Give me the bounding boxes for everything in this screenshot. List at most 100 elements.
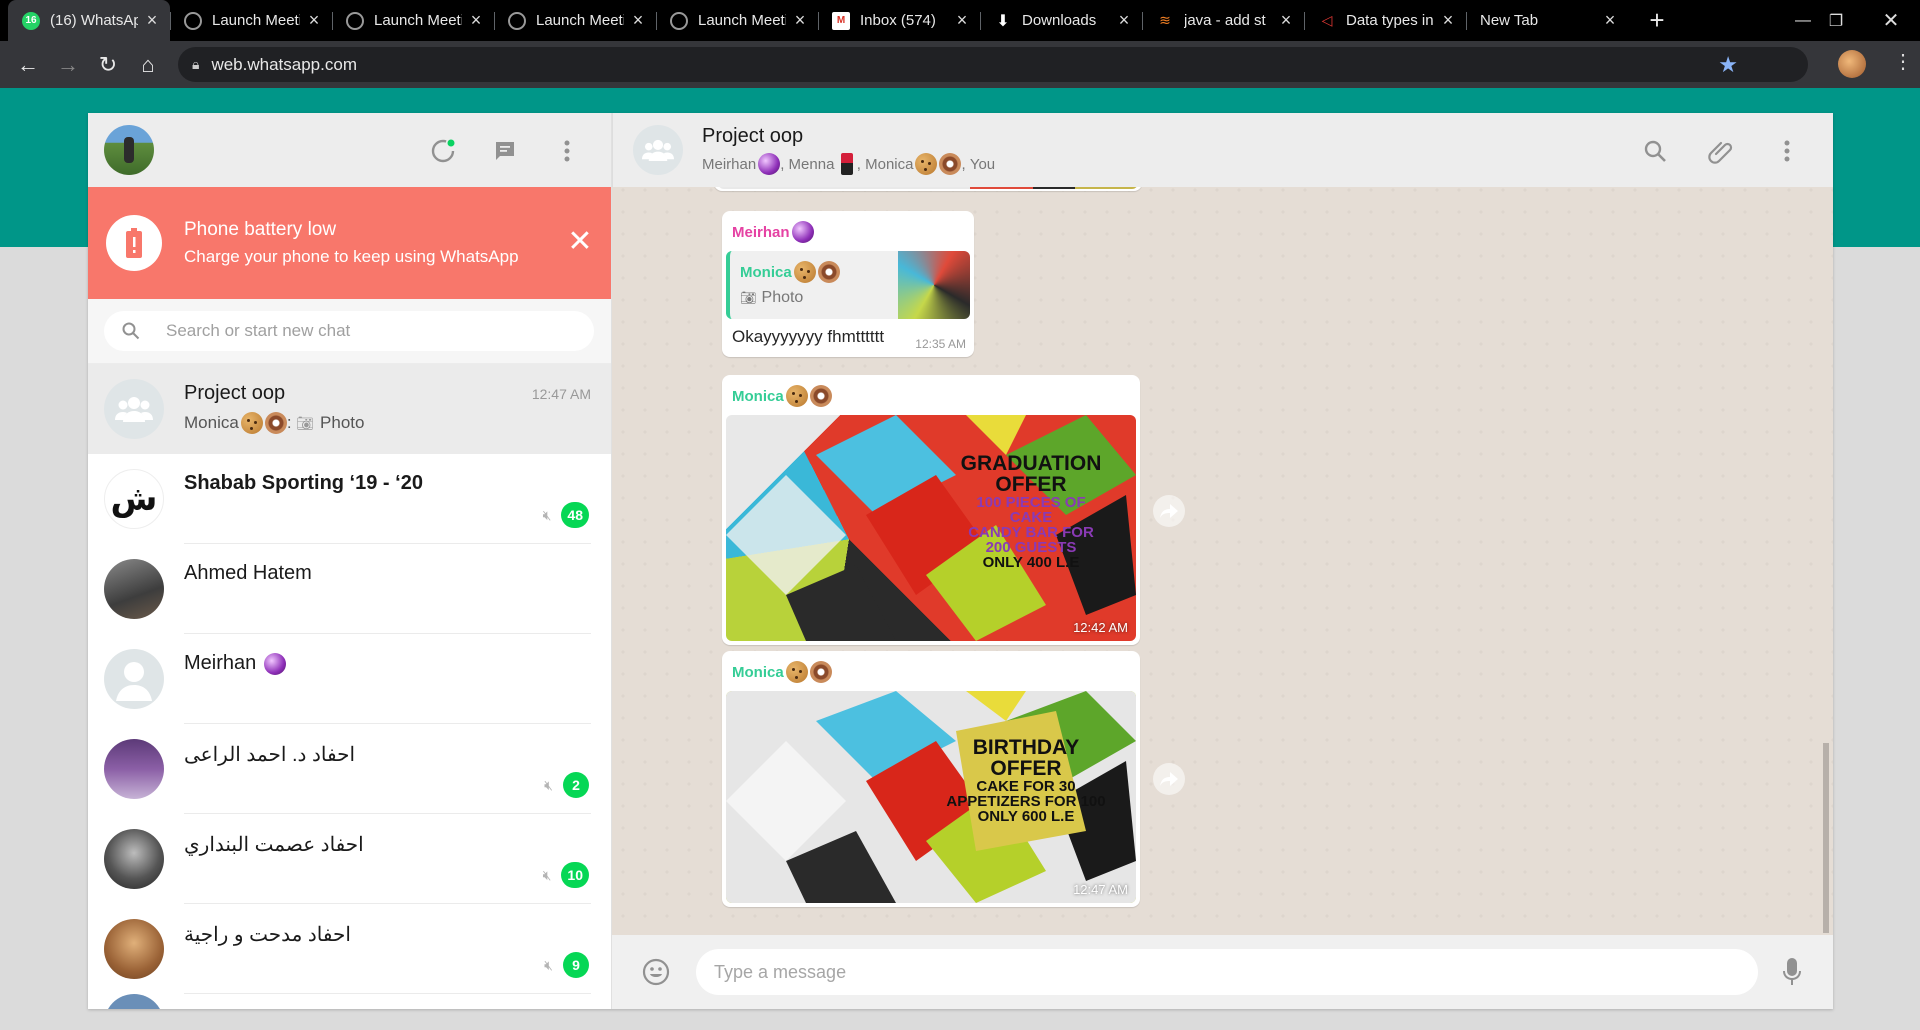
tab-new-tab[interactable]: New Tab × (1466, 0, 1628, 41)
member-name: Menna (788, 155, 835, 173)
globe-icon (346, 11, 364, 30)
close-banner-icon[interactable]: ✕ (565, 227, 595, 257)
menu-icon[interactable] (551, 135, 583, 167)
message-bubble[interactable]: Meirhan Monica 📷︎ Photo Okayyyyyyy fhmttt… (722, 211, 974, 357)
battery-banner-title: Phone battery low (184, 219, 337, 240)
message-bubble[interactable]: Monica BIRTHDAY OFFER CAKE FOR 30 APPETI… (722, 651, 1140, 907)
chat-avatar: ش (104, 469, 164, 529)
url-field[interactable]: 🔒︎ web.whatsapp.com ★ (178, 47, 1808, 82)
message-sender: Monica (732, 661, 832, 683)
tab-launch-meeting-4[interactable]: Launch Meeting × (656, 0, 818, 41)
chat-name-text: Meirhan (184, 652, 257, 674)
chat-item-ahmed-hatem[interactable]: Ahmed Hatem (88, 544, 611, 634)
back-icon[interactable]: ← (8, 45, 48, 85)
profile-avatar[interactable] (1838, 50, 1866, 78)
close-tab-icon[interactable]: × (954, 10, 970, 31)
photo-line: ONLY 400 L.E (982, 554, 1080, 571)
tab-launch-meeting-2[interactable]: Launch Meeting × (332, 0, 494, 41)
sidebar-header (88, 113, 611, 187)
close-tab-icon[interactable]: × (306, 10, 322, 31)
chat-item-group-2[interactable]: احفاد عصمت البنداري 🔇︎ 10 (88, 814, 611, 904)
tab-gmail[interactable]: M Inbox (574) × (818, 0, 980, 41)
message-bubble[interactable]: Monica GRADUATION OFFER 100 PIECES OF CA… (722, 375, 1140, 645)
gmail-icon: M (832, 11, 850, 30)
close-tab-icon[interactable]: × (1602, 10, 1618, 31)
tab-downloads[interactable]: ⬇ Downloads × (980, 0, 1142, 41)
forward-icon[interactable] (1153, 763, 1185, 795)
message-input[interactable] (696, 949, 1758, 995)
forward-icon[interactable] (1153, 495, 1185, 527)
muted-icon: 🔇︎ (542, 866, 552, 883)
compose-bar (612, 935, 1833, 1009)
photo-line: 200 GUESTS (985, 539, 1077, 556)
close-tab-icon[interactable]: × (1440, 10, 1456, 31)
close-tab-icon[interactable]: × (1278, 10, 1294, 31)
status-icon[interactable] (427, 135, 459, 167)
emoji-picker-icon[interactable] (636, 952, 676, 992)
chat-item-group-3[interactable]: احفاد مدحت و راجية 🔇︎ 9 (88, 904, 611, 994)
stackoverflow-icon: ≋ (1159, 12, 1171, 28)
tab-stackoverflow[interactable]: ≋ java - add st × (1142, 0, 1304, 41)
chat-item-partial[interactable] (88, 994, 611, 1009)
conversation-header[interactable]: Project oop Meirhan , Menna , Monica , Y… (612, 113, 1833, 187)
group-avatar[interactable] (633, 125, 683, 175)
new-tab-button[interactable]: + (1642, 5, 1672, 36)
sender-name: Monica (732, 387, 784, 405)
preview-sender: Monica (184, 413, 239, 432)
forward-icon[interactable]: → (48, 45, 88, 85)
chat-item-meirhan[interactable]: Meirhan (88, 634, 611, 724)
close-tab-icon[interactable]: × (792, 10, 808, 31)
reload-icon[interactable]: ↻ (88, 45, 128, 85)
bookmark-star-icon[interactable]: ★ (1718, 52, 1738, 78)
camera-icon: 📷︎ (296, 414, 315, 431)
unread-badge: 9 (563, 952, 589, 978)
donut-emoji-icon (264, 412, 287, 434)
chrome-menu-icon[interactable]: ⋮ (1893, 49, 1913, 74)
chat-item-shabab-sporting[interactable]: ش Shabab Sporting ‘19 - ‘20 🔇︎ 48 (88, 454, 611, 544)
graduation-offer-photo[interactable]: GRADUATION OFFER 100 PIECES OF CAKE CAND… (726, 415, 1136, 641)
message-time: 12:35 AM (915, 337, 966, 351)
conversation-scrollbar[interactable] (1823, 743, 1829, 933)
photo-line: APPETIZERS FOR 100 (946, 793, 1106, 810)
search-input[interactable] (166, 321, 546, 341)
chat-list: Project oop 12:47 AM Monica : 📷︎ Photo ش (88, 364, 611, 1009)
muted-icon: 🔇︎ (544, 956, 553, 973)
chat-avatar (104, 994, 164, 1009)
conversation-menu-icon[interactable] (1771, 135, 1803, 167)
photo-line: GRADUATION (960, 452, 1102, 475)
tab-whatsapp[interactable]: 16 (16) WhatsApp × (8, 0, 170, 41)
unread-badge: 10 (561, 862, 589, 888)
sidebar: Phone battery low Charge your phone to k… (88, 113, 612, 1009)
chat-name: احفاد مدحت و راجية (184, 924, 351, 946)
search-box[interactable] (104, 311, 594, 351)
muted-icon: 🔇︎ (544, 776, 553, 793)
new-chat-icon[interactable] (489, 135, 521, 167)
close-window-button[interactable]: ✕ (1862, 0, 1920, 41)
home-icon[interactable]: ⌂ (128, 45, 168, 85)
close-tab-icon[interactable]: × (144, 10, 160, 31)
maximize-button[interactable]: ❐ (1807, 0, 1865, 41)
member-name: Monica (865, 155, 914, 173)
tab-data-types[interactable]: ◁ Data types in × (1304, 0, 1466, 41)
chat-item-project-oop[interactable]: Project oop 12:47 AM Monica : 📷︎ Photo (88, 364, 611, 454)
birthday-offer-photo[interactable]: BIRTHDAY OFFER CAKE FOR 30 APPETIZERS FO… (726, 691, 1136, 903)
close-tab-icon[interactable]: × (468, 10, 484, 31)
close-tab-icon[interactable]: × (630, 10, 646, 31)
my-avatar[interactable] (104, 125, 154, 175)
cookie-emoji-icon (240, 412, 263, 434)
microphone-icon[interactable] (1775, 955, 1809, 989)
sender-name: Monica (740, 263, 792, 281)
group-avatar (104, 379, 164, 439)
tab-launch-meeting-3[interactable]: Launch Meeting × (494, 0, 656, 41)
message-text: Okayyyyyyy fhmtttttt (732, 327, 885, 346)
tab-launch-meeting-1[interactable]: Launch Meeting × (170, 0, 332, 41)
quoted-message[interactable]: Monica 📷︎ Photo (726, 251, 970, 319)
globe-icon (184, 11, 202, 30)
chat-item-group-1[interactable]: احفاد د. احمد الراعى 🔇︎ 2 (88, 724, 611, 814)
attach-icon[interactable] (1705, 135, 1737, 167)
photo-line: ONLY 600 L.E (977, 808, 1075, 825)
tab-label: Launch Meeting (212, 12, 300, 29)
search-icon (122, 322, 140, 340)
close-tab-icon[interactable]: × (1116, 10, 1132, 31)
search-messages-icon[interactable] (1639, 135, 1671, 167)
